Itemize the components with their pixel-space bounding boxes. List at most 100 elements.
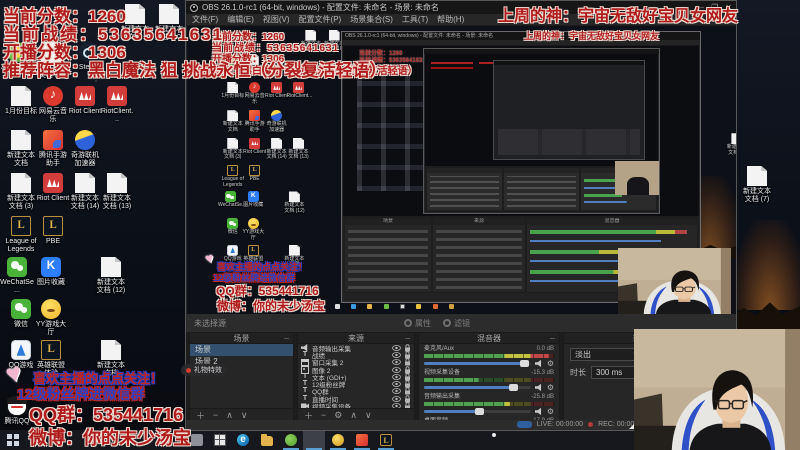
taskbar-item[interactable] [375, 430, 397, 450]
scenes-dock-header[interactable]: 场景 [190, 333, 293, 344]
desktop-icon[interactable]: 新建文本文档 (14) [68, 173, 102, 211]
menu-item[interactable]: 帮助(H) [437, 14, 464, 25]
app-icon [107, 173, 127, 193]
transition-select[interactable]: 淡出 ▾ [570, 348, 642, 361]
desktop-icon[interactable]: 微信 [4, 299, 38, 329]
visibility-eye-icon[interactable] [392, 359, 401, 366]
desktop-icon-label: Riot Client [68, 108, 102, 115]
mixer-dock[interactable]: 混音器 麦克风/Aux 0.0 dB ⚙ 视频采集设备 -15.3 dB ⚙ 音… [418, 332, 560, 422]
mini-desktop-icon: PBE [243, 165, 267, 183]
scene-row[interactable]: 场景 [190, 344, 293, 356]
source-properties-gear-icon[interactable]: ⚙ [334, 410, 342, 421]
desktop-icon-label: 微信 [14, 321, 28, 328]
desktop-icon[interactable]: 1月份目标 [4, 86, 38, 116]
desktop-icon[interactable]: 新建文本文档 (12) [94, 257, 128, 295]
desktop-icon[interactable]: 腾讯手游助手 [36, 130, 70, 168]
recursive-webcam-level2 [615, 161, 659, 195]
desktop-icon[interactable]: 图片收藏 [34, 257, 68, 287]
last-week-line: 上周的神：宇宙无敌好宝贝女网友 [498, 8, 739, 25]
desktop-icon[interactable]: YY游戏大厅 [34, 299, 68, 337]
volume-fader[interactable] [424, 384, 531, 391]
visibility-eye-icon[interactable] [392, 373, 401, 380]
remove-scene-button[interactable]: − [213, 410, 218, 420]
duration-field[interactable]: 300 ms [591, 366, 635, 379]
desktop-icon[interactable]: PBE [36, 216, 70, 246]
visibility-eye-icon[interactable] [392, 352, 401, 358]
desktop-icon[interactable]: WeChatSe... [0, 257, 34, 295]
speaker-icon[interactable] [534, 407, 542, 416]
taskbar-item[interactable] [256, 430, 278, 450]
visibility-eye-icon[interactable] [392, 366, 401, 373]
channel-gear-icon[interactable]: ⚙ [547, 383, 554, 392]
desktop-icon[interactable]: Riot Client [68, 86, 102, 116]
app-icon [41, 299, 61, 319]
mini-desktop-icon: 新建文本文档 (12) [282, 191, 306, 214]
app-icon [43, 130, 63, 150]
app-icon [11, 216, 31, 236]
taskbar-app-icon [261, 434, 273, 446]
volume-fader[interactable] [424, 360, 531, 367]
taskbar-item[interactable] [232, 430, 254, 450]
app-icon [747, 166, 767, 186]
menu-item[interactable]: 配置文件(P) [299, 14, 342, 25]
desktop-icon[interactable]: 新建文本文档 (7) [740, 166, 774, 204]
scene-down-button[interactable]: ∨ [241, 410, 248, 421]
source-down-button[interactable]: ∨ [365, 410, 372, 421]
visibility-eye-icon[interactable] [392, 381, 401, 388]
mini-app-icon [227, 137, 239, 149]
gift-effect-badge[interactable]: 礼物特效 [181, 364, 227, 376]
menu-item[interactable]: 视图(V) [263, 14, 290, 25]
desktop-icon-label: 新建文本文档 (13) [102, 195, 132, 211]
desktop-icon[interactable]: 新建文本文档 (13) [100, 173, 134, 211]
desktop-icon[interactable]: 网易云音乐 [36, 86, 70, 124]
desktop-icon-label: 新建文本文档 [7, 152, 35, 168]
desktop-icon[interactable]: 新建文本文档 (3) [4, 173, 38, 211]
mini-app-icon [227, 218, 239, 230]
menu-item[interactable]: 编辑(E) [227, 14, 254, 25]
speaker-icon[interactable] [534, 359, 542, 368]
taskbar-item[interactable] [2, 430, 24, 450]
app-icon [101, 340, 121, 360]
desktop-icon[interactable]: Riot Client [36, 173, 70, 203]
sources-dock[interactable]: 来源 音频输出采集 T 战绩 窗口采集 2 图像 2 T 文本 (GDI+) T… [297, 332, 415, 422]
filters-button[interactable]: 滤镜 [443, 318, 470, 329]
mini-app-icon [249, 137, 261, 149]
app-icon [11, 173, 31, 193]
app-icon [7, 257, 27, 277]
mini-app-icon [227, 110, 239, 122]
speaker-icon[interactable] [534, 383, 542, 392]
visibility-eye-icon[interactable] [392, 395, 401, 402]
mini-app-icon [247, 218, 259, 230]
mini-app-icon [271, 82, 283, 94]
remove-source-button[interactable]: − [321, 410, 326, 420]
taskbar-item[interactable] [327, 430, 349, 450]
captured-webcam [618, 248, 731, 314]
menu-item[interactable]: 工具(T) [402, 14, 428, 25]
taskbar-item[interactable] [209, 430, 231, 450]
mini-app-icon [731, 133, 736, 145]
desktop-icon[interactable]: 新建文本文档 [4, 130, 38, 168]
scene-up-button[interactable]: ∧ [226, 410, 233, 421]
channel-gear-icon[interactable]: ⚙ [547, 407, 554, 416]
taskbar-app-icon [214, 434, 226, 446]
desktop-icon[interactable]: League of Legends [4, 216, 38, 254]
volume-fader[interactable] [424, 408, 531, 415]
taskbar-item[interactable] [280, 430, 302, 450]
taskbar-item[interactable] [351, 430, 373, 450]
desktop-icon[interactable]: 奇游联机加速器 [68, 130, 102, 168]
properties-button[interactable]: 属性 [404, 318, 431, 329]
mini-app-icon [247, 244, 259, 256]
desktop-icon[interactable]: RiotClient... [100, 86, 134, 124]
app-icon [11, 130, 31, 150]
sources-dock-header[interactable]: 来源 [298, 333, 414, 344]
scenes-dock[interactable]: 场景 场景 场景 2 ＋ − ∧ ∨ [189, 332, 294, 422]
app-icon [41, 257, 61, 277]
mini-desktop-icon: League of Legends [221, 165, 245, 188]
visibility-eye-icon[interactable] [392, 388, 401, 395]
channel-gear-icon[interactable]: ⚙ [547, 359, 554, 368]
menu-item[interactable]: 场景集合(S) [350, 14, 393, 25]
taskbar-item[interactable] [303, 430, 800, 450]
visibility-eye-icon[interactable] [392, 344, 401, 351]
source-up-button[interactable]: ∧ [350, 410, 357, 421]
mixer-dock-header[interactable]: 混音器 [419, 333, 559, 344]
